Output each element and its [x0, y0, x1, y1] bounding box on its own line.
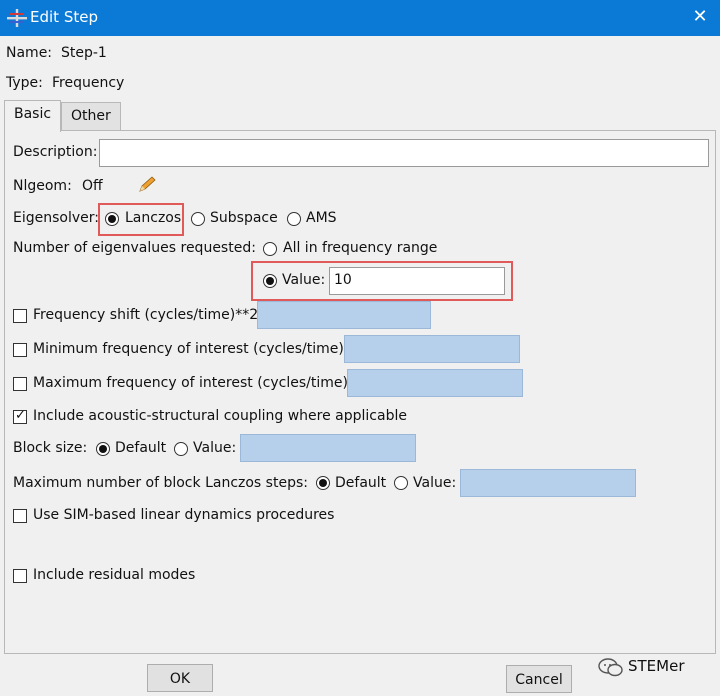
block-size-label: Block size: [13, 440, 88, 456]
block-size-value-label: Value: [193, 440, 237, 456]
max-frequency-label: Maximum frequency of interest (cycles/ti… [33, 375, 353, 391]
checkmark-icon: ✓ [15, 408, 26, 423]
cancel-button[interactable]: Cancel [506, 665, 572, 693]
ams-label: AMS [306, 210, 337, 226]
max-frequency-input[interactable] [347, 369, 523, 397]
pencil-icon[interactable] [137, 176, 157, 194]
sim-based-label: Use SIM-based linear dynamics procedures [33, 507, 335, 523]
max-lanczos-steps-label: Maximum number of block Lanczos steps: [13, 475, 308, 491]
ams-radio[interactable] [287, 212, 301, 226]
eigensolver-label: Eigensolver: [13, 210, 99, 226]
window-title: Edit Step [30, 8, 98, 26]
wechat-icon [598, 658, 623, 677]
frequency-shift-label: Frequency shift (cycles/time)**2: [33, 307, 263, 323]
min-frequency-checkbox[interactable] [13, 343, 27, 357]
max-lanczos-default-label: Default [335, 475, 387, 491]
description-label: Description: [13, 144, 98, 160]
nlgeom-value: Off [82, 178, 103, 194]
residual-modes-label: Include residual modes [33, 567, 196, 583]
block-size-default-radio[interactable] [96, 442, 110, 456]
acoustic-coupling-checkbox[interactable]: ✓ [13, 408, 27, 424]
min-frequency-label: Minimum frequency of interest (cycles/ti… [33, 341, 349, 357]
title-bar: Edit Step ✕ [0, 0, 720, 36]
nlgeom-label: Nlgeom: [13, 178, 72, 194]
type-label: Type: [6, 75, 43, 91]
eigenvalue-count-input[interactable]: 10 [329, 267, 505, 295]
residual-modes-checkbox[interactable] [13, 569, 27, 583]
block-size-default-label: Default [115, 440, 167, 456]
lanczos-radio[interactable] [105, 212, 119, 226]
close-icon[interactable]: ✕ [690, 6, 710, 28]
value-radio[interactable] [263, 274, 277, 288]
abaqus-cross-icon [7, 9, 27, 27]
tab-basic[interactable]: Basic [4, 100, 62, 132]
min-frequency-input[interactable] [344, 335, 520, 363]
max-lanczos-default-radio[interactable] [316, 476, 330, 490]
max-lanczos-value-label: Value: [413, 475, 457, 491]
lanczos-label: Lanczos [125, 210, 182, 226]
all-in-range-radio[interactable] [263, 242, 277, 256]
acoustic-coupling-label: Include acoustic-structural coupling whe… [33, 408, 407, 424]
block-size-value-radio[interactable] [174, 442, 188, 456]
num-eigenvalues-label: Number of eigenvalues requested: [13, 240, 256, 256]
name-value: Step-1 [61, 45, 107, 61]
frequency-shift-input[interactable] [257, 301, 431, 329]
name-label: Name: [6, 45, 53, 61]
value-label: Value: [282, 272, 326, 288]
max-frequency-checkbox[interactable] [13, 377, 27, 391]
ok-button[interactable]: OK [147, 664, 213, 692]
type-value: Frequency [52, 75, 125, 91]
watermark-text: STEMer [628, 657, 685, 675]
all-in-range-label: All in frequency range [283, 240, 438, 256]
tab-other[interactable]: Other [61, 102, 121, 130]
description-input[interactable] [99, 139, 709, 167]
block-size-input[interactable] [240, 434, 416, 462]
subspace-radio[interactable] [191, 212, 205, 226]
frequency-shift-checkbox[interactable] [13, 309, 27, 323]
max-lanczos-input[interactable] [460, 469, 636, 497]
max-lanczos-value-radio[interactable] [394, 476, 408, 490]
sim-based-checkbox[interactable] [13, 509, 27, 523]
subspace-label: Subspace [210, 210, 278, 226]
